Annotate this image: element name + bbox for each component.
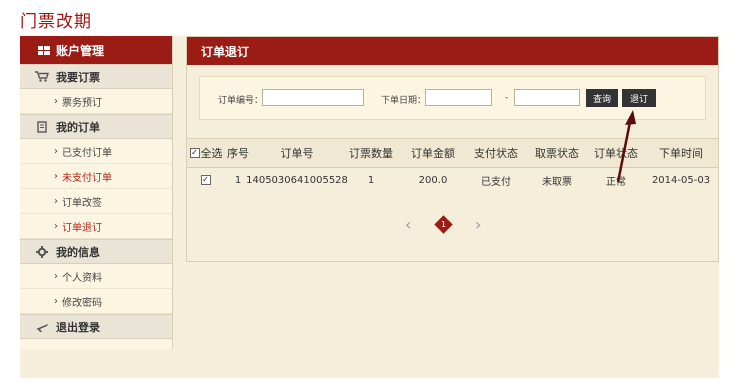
sidebar-item-profile[interactable]: › 个人资料 <box>20 264 172 289</box>
sidebar-header-label: 账户管理 <box>56 43 105 58</box>
sidebar-item-change-password[interactable]: › 修改密码 <box>20 289 172 314</box>
cell-ticket-count: 1 <box>367 174 375 186</box>
column-header: 订单金额 <box>411 147 455 160</box>
plane-icon <box>34 321 50 333</box>
sidebar-header: 账户管理 <box>20 36 172 64</box>
chevron-right-icon: › <box>54 220 58 232</box>
row-checkbox[interactable]: ✓ <box>189 167 223 193</box>
cart-icon <box>34 71 50 82</box>
sidebar-item-ticket-booking[interactable]: › 票务预订 <box>20 89 172 114</box>
sidebar-item-order-reschedule[interactable]: › 订单改签 <box>20 189 172 214</box>
query-button[interactable]: 查询 <box>586 89 618 107</box>
chevron-right-icon: › <box>54 170 58 182</box>
page-title: 门票改期 <box>20 12 92 32</box>
chevron-right-icon: › <box>54 270 58 282</box>
cell-order-status: 正常 <box>606 176 626 188</box>
select-all-checkbox[interactable]: ✓ 全选 <box>189 139 223 167</box>
checkbox-checked-icon: ✓ <box>200 175 211 185</box>
sidebar-group-orders[interactable]: 我的订单 <box>20 114 172 139</box>
chevron-right-icon: › <box>54 95 58 107</box>
sidebar-group-my-info[interactable]: 我的信息 <box>20 239 172 264</box>
column-header: 下单时间 <box>659 147 703 160</box>
table-row[interactable]: ✓ 1 1405030641005528 1 200.0 已支付 未取票 正常 … <box>187 167 718 193</box>
column-header: 序号 <box>227 147 249 160</box>
table-header: ✓ 全选 序号 订单号 订票数量 订单金额 支付状态 取票状态 订单状态 下单时… <box>187 138 718 168</box>
date-from-input[interactable] <box>425 89 492 106</box>
sidebar-item-unpaid-orders[interactable]: › 未支付订单 <box>20 164 172 189</box>
sidebar-group-label: 我要订票 <box>56 70 100 84</box>
select-all-label: 全选 <box>200 147 223 160</box>
sidebar-item-label: 已支付订单 <box>62 147 112 159</box>
sidebar-group-label: 我的订单 <box>56 120 100 134</box>
order-no-input[interactable] <box>262 89 364 106</box>
cell-amount: 200.0 <box>418 174 448 186</box>
checkbox-checked-icon: ✓ <box>189 148 200 158</box>
sidebar-logout[interactable]: 退出登录 <box>20 314 172 339</box>
chevron-right-icon: › <box>54 145 58 157</box>
column-header: 订票数量 <box>349 147 393 160</box>
refund-panel: 订单退订 订单编号： 下单日期： - 查询 退订 ✓ 全选 序号 订单号 订票数… <box>186 36 719 262</box>
cell-pickup-status: 未取票 <box>542 176 572 188</box>
sidebar-item-label: 未支付订单 <box>62 172 112 184</box>
column-header: 订单号 <box>280 147 314 160</box>
gear-icon <box>34 245 50 258</box>
column-header: 订单状态 <box>594 147 638 160</box>
chevron-right-icon: › <box>54 195 58 207</box>
page-current[interactable]: 1 <box>434 215 453 234</box>
cell-pay-status: 已支付 <box>481 176 511 188</box>
next-page-icon[interactable]: › <box>475 215 481 234</box>
sidebar-item-label: 修改密码 <box>62 297 102 309</box>
order-no-label: 订单编号： <box>218 96 264 106</box>
page-number: 1 <box>440 220 447 229</box>
refund-button[interactable]: 退订 <box>622 89 656 107</box>
sidebar-item-label: 票务预订 <box>62 97 102 109</box>
cell-order-no: 1405030641005528 <box>246 174 348 186</box>
sidebar-item-label: 订单改签 <box>62 197 102 209</box>
sidebar-item-order-refund[interactable]: › 订单退订 <box>20 214 172 239</box>
date-separator: - <box>505 93 509 103</box>
column-header: 取票状态 <box>535 147 579 160</box>
sidebar-group-label: 我的信息 <box>56 245 100 259</box>
sidebar-group-booking[interactable]: 我要订票 <box>20 64 172 89</box>
sidebar: 账户管理 我要订票 › 票务预订 我的订单 › 已支付订单 › 未支付订单 › … <box>20 36 173 349</box>
cell-order-time: 2014-05-03 <box>651 174 711 186</box>
prev-page-icon[interactable]: ‹ <box>405 215 411 234</box>
pagination: ‹ 1 › <box>187 215 718 235</box>
logout-label: 退出登录 <box>56 320 100 334</box>
search-form: 订单编号： 下单日期： - 查询 退订 <box>199 76 706 120</box>
order-date-label: 下单日期： <box>381 96 427 106</box>
column-header: 支付状态 <box>474 147 518 160</box>
sidebar-item-label: 个人资料 <box>62 272 102 284</box>
grid-icon <box>38 45 50 55</box>
date-to-input[interactable] <box>514 89 580 106</box>
panel-title: 订单退订 <box>187 37 718 65</box>
chevron-right-icon: › <box>54 295 58 307</box>
sidebar-item-label: 订单退订 <box>62 222 102 234</box>
document-icon <box>34 120 50 133</box>
sidebar-item-paid-orders[interactable]: › 已支付订单 <box>20 139 172 164</box>
